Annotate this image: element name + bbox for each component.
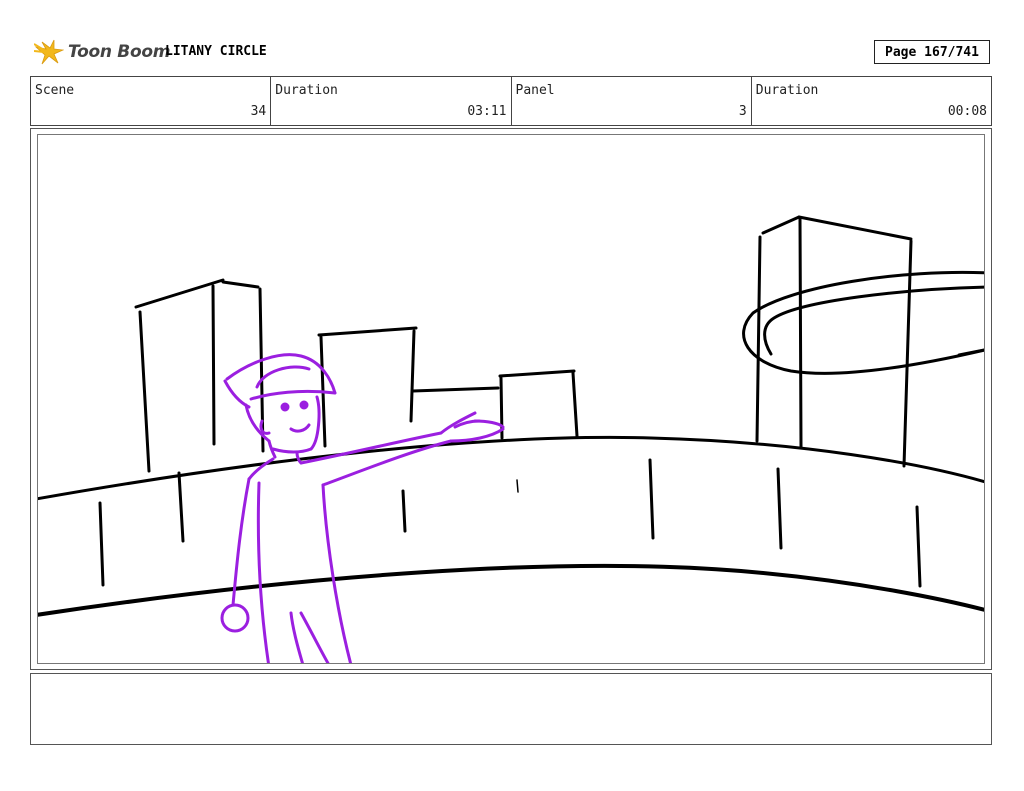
- panel-duration-label: Duration: [755, 83, 819, 98]
- panel-duration-cell: Duration 00:08: [752, 77, 991, 125]
- scene-label: Scene: [35, 83, 75, 98]
- panel-value: 3: [738, 104, 747, 119]
- toon-boom-logo: Toon Boom: [34, 36, 170, 68]
- page-indicator: Page 167/741: [874, 40, 990, 64]
- scene-duration-value: 03:11: [467, 104, 507, 119]
- logo-text: Toon Boom: [68, 42, 171, 62]
- scene-value: 34: [250, 104, 267, 119]
- scene-duration-label: Duration: [275, 83, 338, 98]
- scene-duration-cell: Duration 03:11: [271, 77, 512, 125]
- background-sketch: [38, 215, 984, 617]
- panel-duration-value: 00:08: [947, 104, 987, 119]
- panel-cell: Panel 3: [512, 77, 752, 125]
- scene-cell: Scene 34: [31, 77, 272, 125]
- panel-info-bar: Scene 34 Duration 03:11 Panel 3 Duration…: [30, 76, 992, 126]
- storyboard-panel-image: [37, 134, 985, 664]
- panel-label: Panel: [515, 83, 555, 98]
- project-title: LITANY CIRCLE: [165, 44, 267, 59]
- toon-boom-star-icon: [34, 39, 64, 65]
- panel-notes-box[interactable]: [30, 673, 992, 745]
- character-sketch: [220, 353, 505, 663]
